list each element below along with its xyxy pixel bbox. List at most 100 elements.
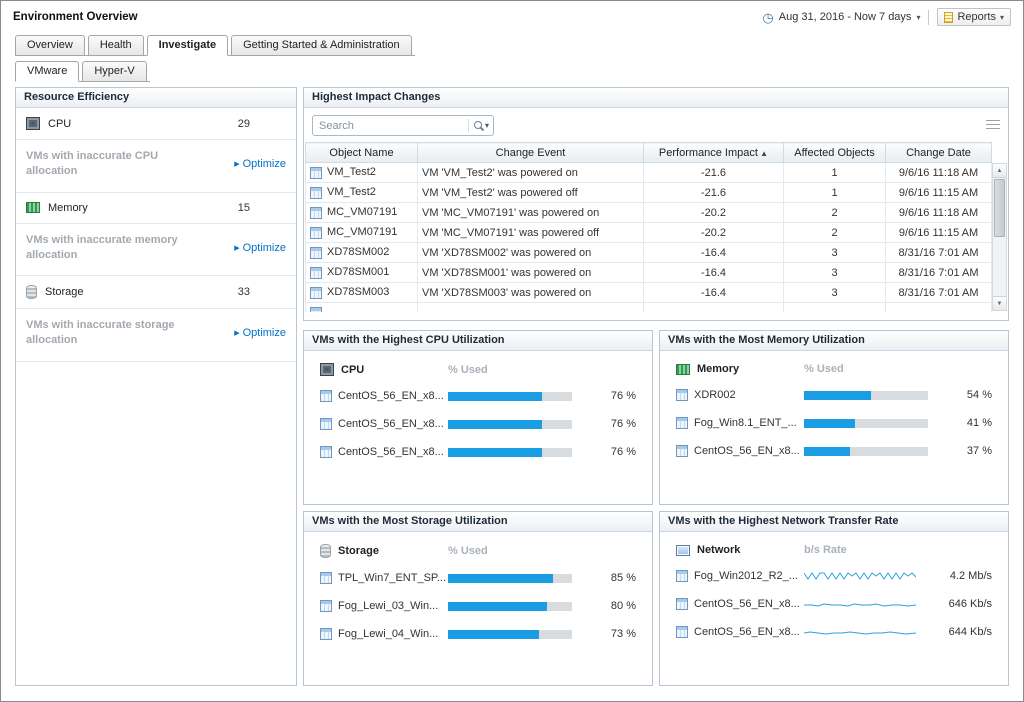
memory-icon	[26, 202, 40, 213]
column-header-change-date[interactable]: Change Date	[886, 143, 992, 163]
table-row[interactable]: MC_VM07191VM 'MC_VM07191' was powered on…	[306, 203, 992, 223]
optimize-link[interactable]: ▶Optimize	[234, 327, 286, 339]
reports-button[interactable]: Reports ▾	[937, 8, 1011, 26]
vm-name: TPL_Win7_ENT_SP...	[338, 572, 446, 584]
arrow-down-icon: ▼	[997, 301, 1003, 307]
change-event-cell: VM 'MC_VM07191' was powered off	[418, 223, 644, 243]
performance-impact-cell: -16.4	[644, 243, 784, 263]
subtab-vmware[interactable]: VMware	[15, 61, 79, 82]
vm-icon	[676, 417, 688, 429]
vm-name: CentOS_56_EN_x8...	[338, 446, 444, 458]
vm-name: Fog_Win2012_R2_...	[694, 570, 798, 582]
vm-icon	[320, 446, 332, 458]
time-range-selector[interactable]: ◷ Aug 31, 2016 - Now 7 days ▾	[762, 11, 920, 24]
vm-icon	[310, 207, 322, 219]
affected-objects-cell: 3	[784, 243, 886, 263]
time-range-label: Aug 31, 2016 - Now 7 days	[779, 11, 912, 23]
environment-overview-page: Environment Overview ◷ Aug 31, 2016 - No…	[0, 0, 1024, 702]
vm-utilization-row: Fog_Lewi_04_Win...73 %	[304, 620, 652, 648]
vm-utilization-row: CentOS_56_EN_x8...37 %	[660, 437, 1008, 465]
utilization-bar	[804, 391, 928, 400]
column-header-performance-impact[interactable]: Performance Impact ▲	[644, 143, 784, 163]
tab-health[interactable]: Health	[88, 35, 144, 56]
scrollbar-thumb[interactable]	[994, 179, 1005, 237]
utilization-value: 644 Kb/s	[949, 626, 992, 638]
table-row[interactable]: XD78SM002VM 'XD78SM002' was powered on-1…	[306, 243, 992, 263]
metric-note: VMs with inaccurate CPU allocation	[26, 149, 184, 179]
tab-getting-started-administration[interactable]: Getting Started & Administration	[231, 35, 412, 56]
affected-objects-cell: 2	[784, 203, 886, 223]
optimize-link[interactable]: ▶Optimize	[234, 158, 286, 170]
vm-name: Fog_Lewi_03_Win...	[338, 600, 438, 612]
column-header-object-name[interactable]: Object Name	[306, 143, 418, 163]
vm-icon	[310, 247, 322, 259]
vm-name: CentOS_56_EN_x8...	[694, 598, 800, 610]
search-box[interactable]: ▾	[312, 115, 494, 136]
utilization-value: 4.2 Mb/s	[950, 570, 992, 582]
cpu-icon	[26, 117, 40, 130]
table-row-partial	[306, 303, 992, 313]
search-input[interactable]	[319, 120, 464, 132]
optimize-link[interactable]: ▶ Optimize	[234, 242, 286, 254]
utilization-bar	[804, 419, 928, 428]
performance-impact-cell: -20.2	[644, 223, 784, 243]
scroll-up-button[interactable]: ▲	[993, 164, 1006, 178]
dashboard-content: Resource Efficiency CPU29VMs with inaccu…	[1, 82, 1023, 694]
customizer-icon[interactable]	[986, 120, 1000, 131]
right-column: Highest Impact Changes ▾ Object NameChan…	[303, 87, 1009, 686]
memory-icon	[676, 364, 690, 375]
tab-investigate[interactable]: Investigate	[147, 35, 228, 56]
subtab-hyper-v[interactable]: Hyper-V	[82, 61, 146, 82]
change-date-cell: 8/31/16 7:01 AM	[886, 283, 992, 303]
vm-icon	[310, 287, 322, 299]
memory-utilization-panel: VMs with the Most Memory Utilization Mem…	[659, 330, 1009, 505]
table-row[interactable]: VM_Test2VM 'VM_Test2' was powered on-21.…	[306, 163, 992, 183]
object-name-cell: XD78SM002	[306, 243, 418, 263]
utilization-value: 76 %	[611, 446, 636, 458]
vm-utilization-row: Fog_Lewi_03_Win... 80 %	[304, 592, 652, 620]
table-scrollbar[interactable]: ▲ ▼	[992, 163, 1007, 311]
object-name: MC_VM07191	[327, 226, 397, 238]
utilization-bar	[804, 447, 928, 456]
storage-icon	[320, 544, 331, 558]
scroll-down-button[interactable]: ▼	[993, 296, 1006, 310]
unit-label: % Used	[448, 364, 488, 376]
panel-title: VMs with the Most Storage Utilization	[304, 512, 652, 532]
performance-impact-cell: -20.2	[644, 203, 784, 223]
utilization-value: 80 %	[611, 600, 636, 612]
panel-title: Highest Impact Changes	[304, 88, 1008, 108]
column-header-change-event[interactable]: Change Event	[418, 143, 644, 163]
vm-utilization-row: CentOS_56_EN_x8...646 Kb/s	[660, 590, 1008, 618]
play-icon: ▶	[234, 244, 239, 252]
table-row[interactable]: VM_Test2VM 'VM_Test2' was powered off-21…	[306, 183, 992, 203]
chevron-down-icon: ▾	[916, 13, 920, 22]
vm-icon	[676, 598, 688, 610]
table-row[interactable]: XD78SM003VM 'XD78SM003' was powered on-1…	[306, 283, 992, 303]
vm-icon	[320, 390, 332, 402]
tab-overview[interactable]: Overview	[15, 35, 85, 56]
arrow-up-icon: ▲	[997, 168, 1003, 174]
column-header-affected-objects[interactable]: Affected Objects	[784, 143, 886, 163]
sub-tabs: VMwareHyper-V	[15, 61, 150, 82]
unit-label: b/s Rate	[804, 544, 847, 556]
utilization-bar	[448, 574, 572, 583]
table-row[interactable]: XD78SM001VM 'XD78SM001' was powered on-1…	[306, 263, 992, 283]
scrollbar-track[interactable]	[993, 178, 1006, 296]
performance-impact-cell: -21.6	[644, 163, 784, 183]
vm-icon	[310, 227, 322, 239]
table-row[interactable]: MC_VM07191 VM 'MC_VM07191' was powered of…	[306, 223, 992, 243]
vm-utilization-row: TPL_Win7_ENT_SP...85 %	[304, 564, 652, 592]
change-date-cell: 9/6/16 11:15 AM	[886, 223, 992, 243]
vm-name: CentOS_56_EN_x8...	[338, 418, 444, 430]
play-icon: ▶	[234, 160, 239, 168]
utilization-value: 54 %	[967, 389, 992, 401]
search-icon[interactable]	[473, 120, 485, 132]
metric-label: Storage	[45, 286, 84, 298]
affected-objects-cell: 3	[784, 283, 886, 303]
vm-icon	[310, 307, 322, 312]
storage-utilization-panel: VMs with the Most Storage Utilization St…	[303, 511, 653, 686]
object-name: XD78SM003	[327, 286, 389, 298]
affected-objects-cell: 2	[784, 223, 886, 243]
chevron-down-icon[interactable]: ▾	[485, 121, 489, 130]
optimize-label: Optimize	[243, 242, 286, 254]
